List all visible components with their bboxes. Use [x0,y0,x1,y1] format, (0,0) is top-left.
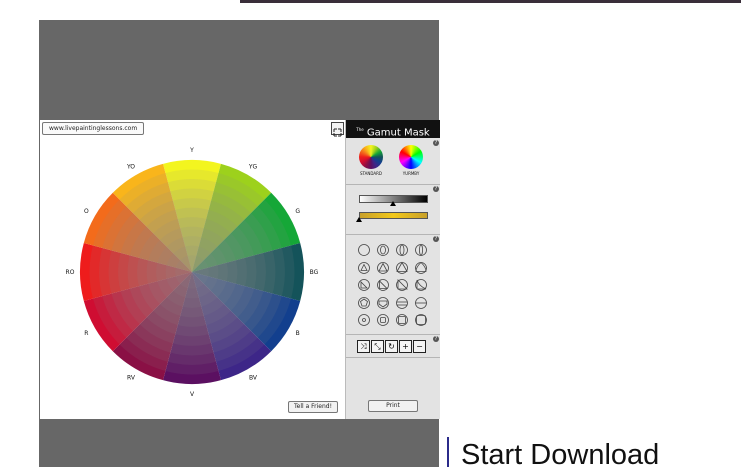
wheel-label-bg: BG [310,269,319,276]
download-accent-bar [447,437,449,467]
start-download-label: Start Download [461,439,660,471]
yurmby-label: YURMBY [402,171,420,176]
square-icon[interactable] [395,312,409,326]
value-slider-thumb[interactable] [390,201,396,206]
tool-section: ? ⤨ ⤡ ↻ + − [346,335,440,358]
help-icon[interactable]: ? [433,336,439,342]
wheel-label-o: O [84,208,89,215]
help-icon[interactable]: ? [433,140,439,146]
standard-wheel-option[interactable]: STANDARD [351,145,391,176]
right-triangle-small-icon[interactable] [357,277,371,291]
yurmby-wheel-option[interactable]: YURMBY [391,145,431,176]
plus-icon[interactable]: + [399,340,412,353]
segment-icon[interactable] [395,295,409,309]
half-circle-icon[interactable] [414,295,428,309]
circle-icon[interactable] [357,242,371,256]
wheel-label-bv: BV [249,375,258,382]
right-triangle-large-icon[interactable] [395,277,409,291]
saturation-slider-thumb[interactable] [356,217,362,222]
slider-section: ? [346,185,440,235]
app-title: The Gamut Mask [346,120,440,138]
wheel-label-v: V [190,391,195,398]
narrow-oval-icon[interactable] [395,242,409,256]
wheel-label-rv: RV [127,375,136,382]
help-icon[interactable]: ? [433,186,439,192]
standard-label: STANDARD [359,171,382,176]
wheel-label-yg: YG [248,163,258,170]
tell-a-friend-button[interactable]: Tell a Friend! [288,401,339,413]
shrink-icon[interactable]: ⤡ [371,340,384,353]
large-square-icon[interactable] [414,312,428,326]
title-prefix: The [356,127,364,132]
wheel-label-y: Y [189,147,194,154]
triangle-large-icon[interactable] [395,260,409,274]
triangle-medium-icon[interactable] [376,260,390,274]
standard-wheel-icon [359,145,383,169]
right-triangle-rounded-icon[interactable] [414,277,428,291]
house-icon[interactable] [376,295,390,309]
help-icon[interactable]: ? [433,236,439,242]
minus-icon[interactable]: − [413,340,426,353]
saturation-slider[interactable] [359,212,428,219]
gamut-mask-app: www.livepaintinglessons.com Y YG G BG B BV V RV… [40,120,440,419]
triangle-rounded-icon[interactable] [414,260,428,274]
wheel-label-r: R [84,330,88,337]
yurmby-wheel-icon [399,145,423,169]
rounded-square-icon[interactable] [376,312,390,326]
wheel-label-ro: RO [66,269,75,276]
mask-shape-section: ? [346,235,440,335]
slim-oval-icon[interactable] [414,242,428,256]
wheel-label-b: B [296,330,300,337]
small-circle-icon[interactable] [357,312,371,326]
swap-icon[interactable]: ⤨ [357,340,370,353]
title-text: Gamut Mask [366,127,430,139]
mode-section: ? STANDARD YURMBY [346,139,440,185]
triangle-small-icon[interactable] [357,260,371,274]
wheel-label-g: G [295,208,300,215]
wheel-label-yo: YO [126,163,135,170]
pentagon-icon[interactable] [357,295,371,309]
desaturation-ring [175,255,209,289]
right-triangle-medium-icon[interactable] [376,277,390,291]
color-wheel[interactable]: Y YG G BG B BV V RV R RO O YO [40,120,345,419]
top-banner-strip [240,0,741,3]
control-sidebar: The Gamut Mask ? STANDARD YURMBY ? ? ? ⤨… [345,120,440,419]
rotate-icon[interactable]: ↻ [385,340,398,353]
oval-icon[interactable] [376,242,390,256]
print-button[interactable]: Print [368,400,418,412]
